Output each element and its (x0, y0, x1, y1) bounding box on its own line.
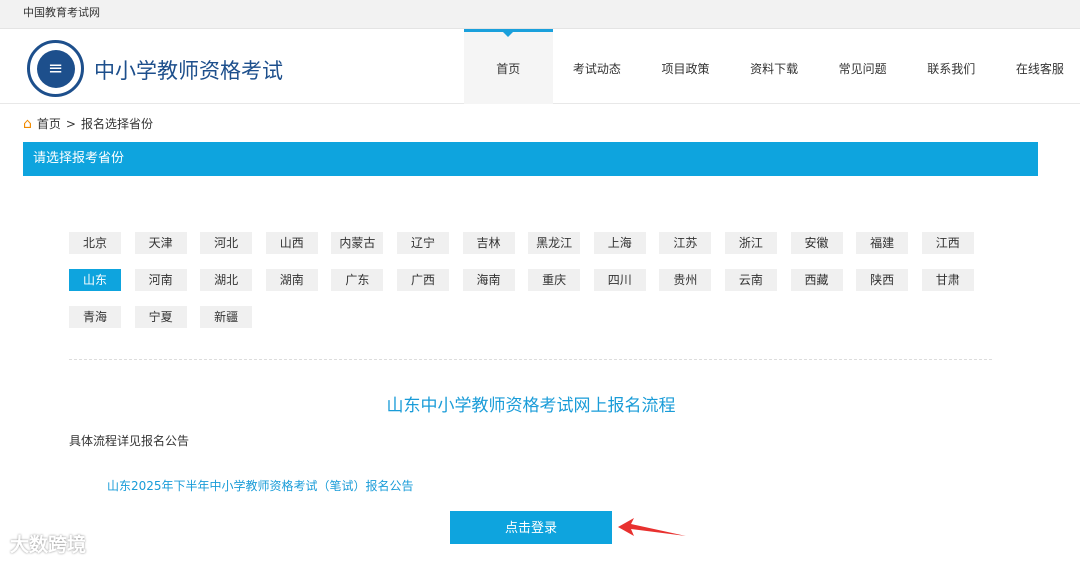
top-bar-link[interactable]: 中国教育考试网 (23, 6, 100, 19)
province-item[interactable]: 湖南 (265, 269, 318, 291)
panel-title: 请选择报考省份 (23, 142, 1038, 176)
province-item[interactable]: 江苏 (659, 232, 712, 254)
province-item[interactable]: 山西 (265, 232, 318, 254)
province-item[interactable]: 浙江 (724, 232, 777, 254)
province-item[interactable]: 广西 (396, 269, 449, 291)
arrow-icon (618, 518, 686, 536)
notice-link[interactable]: 山东2025年下半年中小学教师资格考试（笔试）报名公告 (107, 477, 414, 494)
province-item[interactable]: 福建 (856, 232, 909, 254)
province-item[interactable]: 宁夏 (134, 306, 187, 328)
nav-item[interactable]: 项目政策 (641, 29, 730, 104)
province-item[interactable]: 重庆 (528, 269, 581, 291)
divider (69, 359, 992, 360)
breadcrumb-home[interactable]: 首页 (37, 115, 61, 132)
nav-item[interactable]: 考试动态 (553, 29, 642, 104)
province-list: 北京 天津 河北 山西 内蒙古 辽宁 吉林 黑龙江 上海 江苏 浙江 安徽 福建 江西山东 河南 湖北 湖南 广东… (69, 232, 999, 328)
nav-item[interactable]: 在线客服 (996, 29, 1080, 104)
province-item[interactable]: 海南 (462, 269, 515, 291)
province-item[interactable]: 江西 (921, 232, 974, 254)
header: ≡ 中小学教师资格考试 首页 考试动态 项目政策 资料下载 常见问题 联系我们 在线客服 (0, 29, 1080, 104)
flow-title: 山东中小学教师资格考试网上报名流程 (386, 396, 676, 416)
breadcrumb-separator: > (65, 116, 76, 131)
province-item[interactable]: 内蒙古 (331, 232, 384, 254)
main-nav: 首页 考试动态 项目政策 资料下载 常见问题 联系我们 在线客服 (464, 29, 1080, 104)
province-item[interactable]: 湖北 (200, 269, 253, 291)
login-button[interactable]: 点击登录 (450, 511, 612, 544)
province-item[interactable]: 上海 (593, 232, 646, 254)
nav-item[interactable]: 联系我们 (907, 29, 996, 104)
breadcrumb-current: 报名选择省份 (80, 117, 153, 131)
top-bar: 中国教育考试网 (0, 0, 1080, 29)
province-item[interactable]: 天津 (134, 232, 187, 254)
logo-icon[interactable]: ≡ (27, 40, 84, 97)
province-item[interactable]: 山东 (69, 269, 121, 291)
breadcrumb: ⌂ 首页 > 报名选择省份 (23, 115, 153, 132)
province-item[interactable]: 黑龙江 (528, 232, 581, 254)
province-item[interactable]: 辽宁 (396, 232, 449, 254)
site-name[interactable]: 中小学教师资格考试 (94, 55, 283, 85)
province-item[interactable]: 四川 (593, 269, 646, 291)
province-item[interactable]: 吉林 (462, 232, 515, 254)
province-item[interactable]: 云南 (724, 269, 777, 291)
nav-item[interactable]: 资料下载 (730, 29, 819, 104)
home-icon: ⌂ (23, 115, 32, 132)
nav-item[interactable]: 首页 (464, 29, 553, 104)
province-item[interactable]: 安徽 (790, 232, 843, 254)
province-item[interactable]: 广东 (331, 269, 384, 291)
province-item[interactable]: 青海 (69, 306, 121, 328)
province-item[interactable]: 北京 (69, 232, 121, 254)
watermark: 大数跨境 (10, 534, 87, 556)
province-item[interactable]: 甘肃 (921, 269, 974, 291)
flow-detail: 具体流程详见报名公告 (69, 434, 190, 448)
province-item[interactable]: 河南 (134, 269, 187, 291)
province-item[interactable]: 河北 (200, 232, 253, 254)
nav-item[interactable]: 常见问题 (818, 29, 907, 104)
province-item[interactable]: 陕西 (856, 269, 909, 291)
province-item[interactable]: 贵州 (659, 269, 712, 291)
province-item[interactable]: 西藏 (790, 269, 843, 291)
province-item[interactable]: 新疆 (200, 306, 253, 328)
